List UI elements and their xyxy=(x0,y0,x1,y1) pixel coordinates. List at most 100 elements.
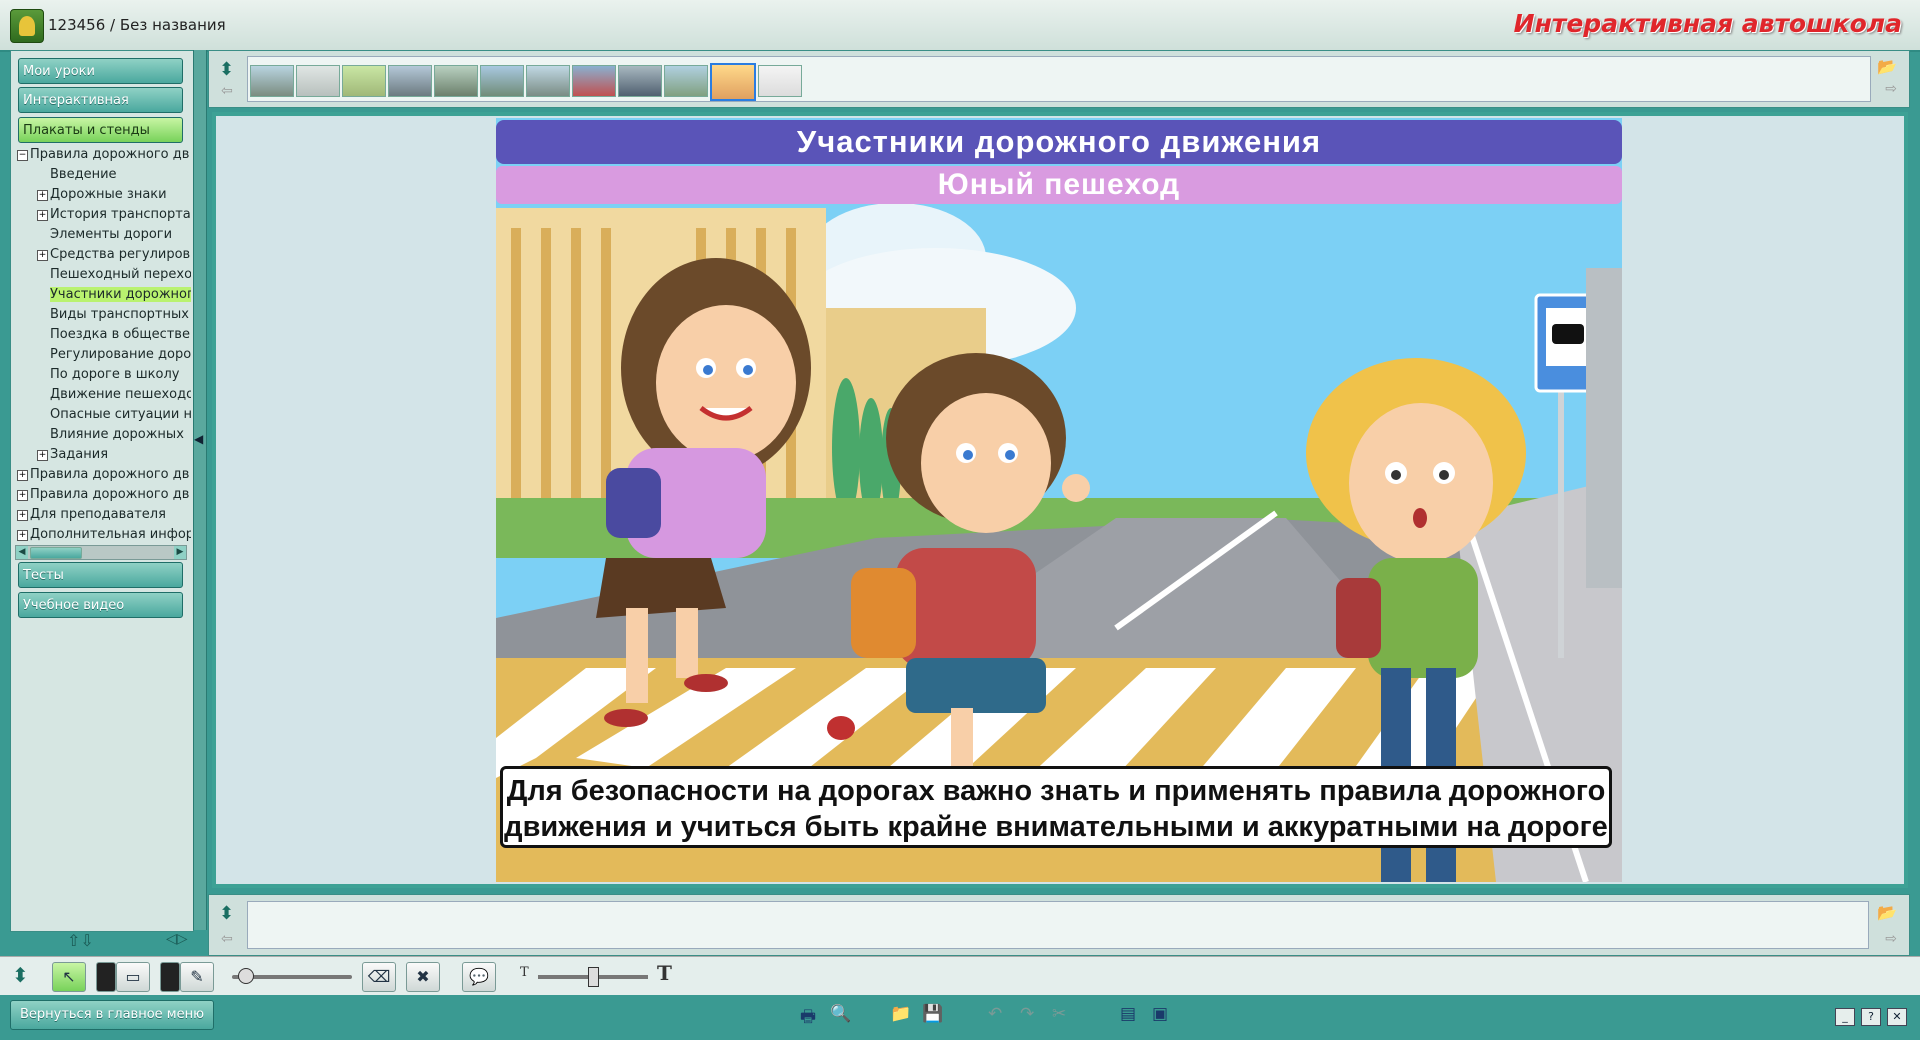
open-folder-icon[interactable]: 📁 xyxy=(890,1004,911,1024)
strip-toggle-icon[interactable]: ⬍ xyxy=(219,59,234,80)
nav-button-video[interactable]: Учебное видео xyxy=(18,592,183,618)
tree-item[interactable]: Участники дорожног xyxy=(50,285,191,304)
scroll-left-icon[interactable]: ◀ xyxy=(16,546,28,559)
slide-thumbnail[interactable] xyxy=(296,65,340,97)
cut-icon[interactable]: ✂ xyxy=(1052,1004,1066,1024)
brand-logo-text: Интерактивная автошкола xyxy=(1513,9,1902,38)
tree-item-label: Виды транспортных xyxy=(50,307,189,322)
clear-drawing-icon[interactable]: ✖ xyxy=(406,962,440,992)
undo-icon[interactable]: ↶ xyxy=(988,1004,1002,1024)
minimize-icon[interactable]: _ xyxy=(1835,1008,1855,1026)
tree-item[interactable]: Виды транспортных xyxy=(50,305,191,324)
up-down-arrows-icon[interactable]: ⇧⇩ xyxy=(67,931,94,950)
tree-item-label: Опасные ситуации н xyxy=(50,407,191,422)
print-icon[interactable]: 🖶 xyxy=(800,1004,816,1033)
panel-splitter[interactable] xyxy=(193,50,207,930)
tree-item[interactable]: − Правила дорожного дв xyxy=(17,145,191,164)
highlighter-tool-icon[interactable]: ✎ xyxy=(180,962,214,992)
tree-item-label: Дорожные знаки xyxy=(50,187,167,202)
tree-item[interactable]: + Дорожные знаки xyxy=(37,185,191,204)
layout-icon[interactable]: ▤ xyxy=(1120,1004,1136,1024)
tree-item[interactable]: Регулирование доро xyxy=(50,345,191,364)
caption-line: движения и учиться быть крайне вниматель… xyxy=(504,811,1608,843)
expand-icon[interactable]: + xyxy=(17,510,28,521)
status-bar: Вернуться в главное меню 🖶 🔍 📁 💾 ↶ ↷ ✂ ▤… xyxy=(0,996,1920,1040)
expand-icon[interactable]: + xyxy=(37,250,48,261)
tree-item[interactable]: Поездка в обществе xyxy=(50,325,191,344)
tree-item[interactable]: + Задания xyxy=(37,445,191,464)
expand-icon[interactable]: + xyxy=(17,470,28,481)
tree-item-label: Влияние дорожных xyxy=(50,427,184,442)
tree-item[interactable]: Влияние дорожных xyxy=(50,425,191,444)
scroll-right-icon[interactable]: ▶ xyxy=(174,546,186,559)
slide-thumbnail[interactable] xyxy=(388,65,432,97)
nav-button-my-lessons[interactable]: Мои уроки xyxy=(18,58,183,84)
tree-item[interactable]: Пешеходный перехо xyxy=(50,265,191,284)
tree-item[interactable]: Введение xyxy=(50,165,191,184)
slide-thumbnail[interactable] xyxy=(618,65,662,97)
slide-thumbnail[interactable] xyxy=(480,65,524,97)
slide-thumbnail[interactable] xyxy=(664,65,708,97)
font-size-slider-knob[interactable] xyxy=(588,967,599,987)
return-main-menu-button[interactable]: Вернуться в главное меню xyxy=(10,1000,214,1030)
slide-thumbnail[interactable] xyxy=(572,65,616,97)
comment-tool-icon[interactable]: 💬 xyxy=(462,962,496,992)
slide-thumbnail[interactable] xyxy=(758,65,802,97)
help-icon[interactable]: ? xyxy=(1861,1008,1881,1026)
zoom-icon[interactable]: 🔍 xyxy=(830,1004,851,1024)
slide-thumbnail[interactable] xyxy=(342,65,386,97)
nav-button-posters[interactable]: Плакаты и стенды xyxy=(18,117,183,143)
scrollbar-thumb[interactable] xyxy=(30,547,82,559)
slide-menu-icon[interactable]: 📂 xyxy=(1877,57,1897,76)
notes-text-area[interactable] xyxy=(247,901,1869,949)
tree-item[interactable]: + Правила дорожного дв xyxy=(17,485,191,504)
save-icon[interactable]: 💾 xyxy=(922,1004,943,1024)
expand-icon[interactable]: + xyxy=(17,530,28,541)
left-right-arrows-icon[interactable]: ◁▷ xyxy=(166,931,188,947)
tree-item-label: Регулирование доро xyxy=(50,347,191,362)
tree-item[interactable]: + Правила дорожного дв xyxy=(17,465,191,484)
slide-thumbnail-selected[interactable] xyxy=(710,63,756,101)
slide-thumbnail[interactable] xyxy=(526,65,570,97)
tree-item[interactable]: + История транспорта xyxy=(37,205,191,224)
tree-item[interactable]: Опасные ситуации н xyxy=(50,405,191,424)
color-swatch-black-icon[interactable] xyxy=(160,962,180,992)
nav-button-tests[interactable]: Тесты xyxy=(18,562,183,588)
expand-icon[interactable]: + xyxy=(37,450,48,461)
tree-item[interactable]: Элементы дороги xyxy=(50,225,191,244)
tree-item[interactable]: Движение пешеходо xyxy=(50,385,191,404)
tree-item-label: Правила дорожного дв xyxy=(30,147,190,162)
tree-item[interactable]: По дороге в школу xyxy=(50,365,191,384)
rectangle-tool-icon[interactable]: ▭ xyxy=(116,962,150,992)
left-navigation-panel: Мои уроки Интерактивная галерея Плакаты … xyxy=(10,50,194,950)
notes-forward-icon[interactable]: ⇨ xyxy=(1885,931,1897,947)
expand-icon[interactable]: + xyxy=(37,210,48,221)
tree-item[interactable]: + Средства регулиров xyxy=(37,245,191,264)
poster-title: Участники дорожного движения xyxy=(496,120,1622,164)
notes-toggle-icon[interactable]: ⬍ xyxy=(219,903,234,924)
window-icon[interactable]: ▣ xyxy=(1152,1004,1168,1024)
tree-item[interactable]: + Дополнительная инфор xyxy=(17,525,191,543)
line-width-slider-knob[interactable] xyxy=(238,968,254,984)
strip-forward-icon[interactable]: ⇨ xyxy=(1885,81,1897,97)
collapse-icon[interactable]: − xyxy=(17,150,28,161)
toolbar-toggle-icon[interactable]: ⬍ xyxy=(12,963,29,987)
expand-icon[interactable]: + xyxy=(17,490,28,501)
slide-thumbnail[interactable] xyxy=(434,65,478,97)
eraser-tool-icon[interactable]: ⌫ xyxy=(362,962,396,992)
tree-item-label: Правила дорожного дв xyxy=(30,487,190,502)
pointer-tool-icon[interactable]: ↖ xyxy=(52,962,86,992)
redo-icon[interactable]: ↷ xyxy=(1020,1004,1034,1024)
expand-icon[interactable]: + xyxy=(37,190,48,201)
tree-horizontal-scrollbar[interactable]: ◀ ▶ xyxy=(15,545,187,560)
slide-thumbnail[interactable] xyxy=(250,65,294,97)
close-icon[interactable]: ✕ xyxy=(1887,1008,1907,1026)
notes-menu-icon[interactable]: 📂 xyxy=(1877,903,1897,922)
nav-button-gallery[interactable]: Интерактивная галерея xyxy=(18,87,183,134)
tree-item[interactable]: + Для преподавателя xyxy=(17,505,191,524)
drawing-toolbar: ⬍ ↖ ▭ ✎ ⌫ ✖ 💬 T T xyxy=(0,956,1920,995)
notes-back-icon[interactable]: ⇦ xyxy=(221,931,233,947)
strip-back-icon[interactable]: ⇦ xyxy=(221,83,233,99)
collapse-panel-icon[interactable]: ◀ xyxy=(194,432,203,446)
color-swatch-black-icon[interactable] xyxy=(96,962,116,992)
